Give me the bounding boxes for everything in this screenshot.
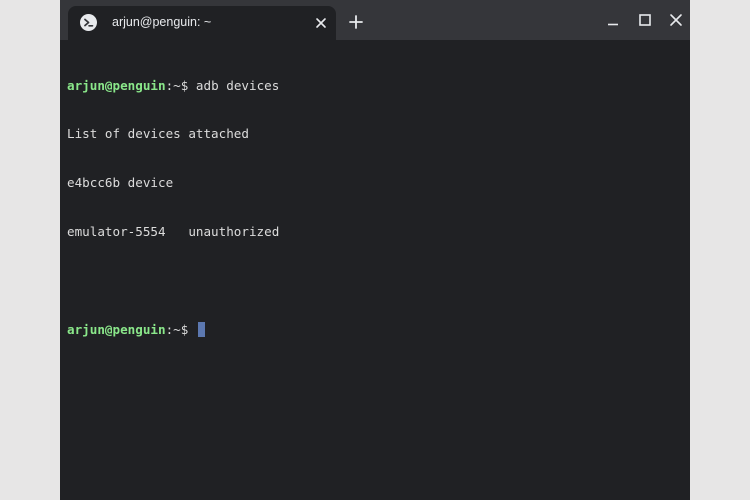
output-line: List of devices attached [67, 126, 249, 142]
text-cursor [197, 322, 205, 338]
maximize-icon[interactable] [638, 12, 652, 26]
prompt-path: :~$ [165, 77, 189, 93]
close-tab-icon[interactable] [314, 15, 328, 29]
output-line: e4bcc6b device [67, 175, 174, 191]
close-icon[interactable] [669, 12, 683, 26]
terminal-output[interactable]: arjun@penguin:~$ adb devices List of dev… [67, 45, 687, 371]
command-text: adb devices [188, 77, 280, 93]
tab-title: arjun@penguin: ~ [112, 15, 212, 29]
terminal-window: arjun@penguin: ~ arjun@penguin:~$ adb de… [60, 0, 690, 500]
prompt-user: arjun@penguin [67, 322, 166, 338]
terminal-icon [80, 14, 97, 31]
prompt-line[interactable]: arjun@penguin:~$ [67, 322, 687, 338]
prompt-path: :~$ [165, 322, 189, 338]
tab-terminal[interactable]: arjun@penguin: ~ [68, 6, 336, 40]
output-line: emulator-5554 unauthorized [67, 224, 280, 240]
prompt-user: arjun@penguin [67, 77, 166, 93]
command-line: arjun@penguin:~$ adb devices [67, 78, 687, 94]
minimize-icon[interactable] [606, 12, 620, 26]
plus-icon[interactable] [349, 14, 363, 29]
title-bar: arjun@penguin: ~ [60, 0, 690, 40]
